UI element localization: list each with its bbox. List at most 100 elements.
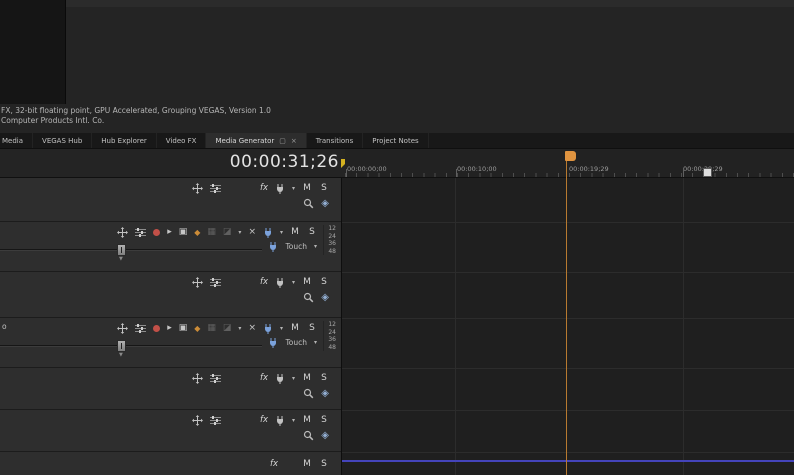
solo-button[interactable]: S <box>307 227 317 237</box>
track-motion-icon[interactable] <box>191 276 203 288</box>
track-motion-icon[interactable] <box>191 414 203 426</box>
solo-button[interactable]: S <box>319 459 329 469</box>
track-level-icon[interactable] <box>209 276 221 288</box>
track-fx-button[interactable]: fx <box>260 276 268 288</box>
input-select-icon[interactable]: ▣ <box>179 226 188 238</box>
automation-plug-icon[interactable] <box>263 226 273 238</box>
tab-hub-explorer[interactable]: Hub Explorer <box>92 133 157 148</box>
track-level-icon[interactable] <box>209 414 221 426</box>
cursor-timecode-display[interactable]: 00:00:31;26 <box>230 152 339 172</box>
float-window-icon[interactable]: ▢ <box>279 137 286 145</box>
envelope-caret-icon[interactable]: ▾ <box>292 414 295 426</box>
composite-mode-icon[interactable] <box>228 414 237 426</box>
envelope-caret-icon[interactable]: ▾ <box>292 372 295 384</box>
more-options-caret-icon[interactable]: ▾ <box>238 226 241 238</box>
input-monitor-icon[interactable]: ▸ <box>167 226 172 238</box>
tab-vegas-hub[interactable]: VEGAS Hub <box>33 133 93 148</box>
solo-button[interactable]: S <box>319 183 329 193</box>
track-fx-button[interactable]: fx <box>260 182 268 194</box>
automation-mode-caret-icon[interactable]: ▾ <box>314 336 317 348</box>
input-monitor-icon[interactable]: ▸ <box>167 322 172 334</box>
solo-button[interactable]: S <box>307 323 317 333</box>
automation-mode-label[interactable]: Touch <box>285 338 307 347</box>
automation-device-plug-icon[interactable] <box>268 336 278 348</box>
tab-project-notes[interactable]: Project Notes <box>363 133 429 148</box>
layers-icon[interactable]: ◈ <box>321 387 329 399</box>
input-select-icon[interactable]: ▣ <box>179 322 188 334</box>
tab-video-fx[interactable]: Video FX <box>157 133 207 148</box>
envelope-plug-icon[interactable] <box>275 276 285 288</box>
close-tab-icon[interactable]: × <box>291 137 297 145</box>
track-motion-icon[interactable] <box>117 226 129 238</box>
envelope-plug-icon[interactable] <box>275 182 285 194</box>
phase-invert-icon[interactable]: × <box>248 322 256 334</box>
fader-expand-icon[interactable]: ▼ <box>119 256 123 262</box>
solo-button[interactable]: S <box>319 373 329 383</box>
mute-button[interactable]: M <box>290 323 300 333</box>
mute-button[interactable]: M <box>302 183 312 193</box>
playhead-marker[interactable] <box>703 168 712 177</box>
track-motion-icon[interactable] <box>191 182 203 194</box>
mute-button[interactable]: M <box>302 373 312 383</box>
layers-icon[interactable]: ◈ <box>321 197 329 209</box>
automation-caret-icon[interactable]: ▾ <box>280 322 283 334</box>
track-level-icon[interactable] <box>135 322 147 334</box>
parent-composite-icon[interactable] <box>244 182 253 194</box>
track-level-icon[interactable] <box>135 226 147 238</box>
composite-mode-icon[interactable] <box>228 276 237 288</box>
mute-button[interactable]: M <box>302 459 312 469</box>
layers-icon[interactable]: ◈ <box>321 291 329 303</box>
track-fx-button[interactable]: fx <box>260 414 268 426</box>
automation-caret-icon[interactable]: ▾ <box>280 226 283 238</box>
volume-fader[interactable] <box>0 244 262 256</box>
timeline-toolbar: 00:00:31;26 <box>0 149 345 178</box>
pre-fader-icon[interactable]: ◆ <box>194 322 200 334</box>
envelope-caret-icon[interactable]: ▾ <box>292 182 295 194</box>
track-level-icon[interactable] <box>209 372 221 384</box>
fader-expand-icon[interactable]: ▼ <box>119 352 123 358</box>
envelope-caret-icon[interactable]: ▾ <box>292 276 295 288</box>
automation-mode-label[interactable]: Touch <box>285 242 307 251</box>
solo-button[interactable]: S <box>319 415 329 425</box>
track-divider <box>342 410 794 411</box>
track-fx-button[interactable]: fx <box>270 458 278 470</box>
layers-icon[interactable]: ◈ <box>321 429 329 441</box>
track-motion-icon[interactable] <box>117 322 129 334</box>
parent-composite-icon[interactable] <box>244 276 253 288</box>
mute-button[interactable]: M <box>302 415 312 425</box>
phase-invert-icon[interactable]: × <box>248 226 256 238</box>
parent-composite-icon[interactable] <box>244 414 253 426</box>
volume-fader[interactable] <box>0 340 262 352</box>
timeline-marker-flag[interactable] <box>565 151 576 161</box>
automation-mode-caret-icon[interactable]: ▾ <box>314 240 317 252</box>
channel-a-icon: ▦ <box>207 227 216 237</box>
tab-media-generator[interactable]: Media Generator ▢ × <box>206 133 307 148</box>
mute-button[interactable]: M <box>302 277 312 287</box>
composite-mode-icon[interactable] <box>228 182 237 194</box>
pre-fader-icon[interactable]: ◆ <box>194 226 200 238</box>
track-zoom-icon[interactable] <box>303 429 314 441</box>
track-fx-button[interactable]: fx <box>260 372 268 384</box>
track-level-icon[interactable] <box>209 182 221 194</box>
tab-transitions[interactable]: Transitions <box>307 133 364 148</box>
composite-mode-icon[interactable] <box>228 372 237 384</box>
automation-device-plug-icon[interactable] <box>268 240 278 252</box>
more-options-caret-icon[interactable]: ▾ <box>238 322 241 334</box>
envelope-plug-icon[interactable] <box>275 414 285 426</box>
parent-composite-icon[interactable] <box>244 372 253 384</box>
track-zoom-icon[interactable] <box>303 197 314 209</box>
timeline-body[interactable] <box>341 178 794 475</box>
mute-button[interactable]: M <box>290 227 300 237</box>
volume-fader-handle[interactable] <box>117 244 126 256</box>
envelope-plug-icon[interactable] <box>275 372 285 384</box>
time-ruler[interactable]: 00:00:00;00 00:00:10;00 00:00:19;29 00:0… <box>345 149 794 178</box>
track-motion-icon[interactable] <box>191 372 203 384</box>
automation-plug-icon[interactable] <box>263 322 273 334</box>
volume-fader-handle[interactable] <box>117 340 126 352</box>
record-arm-button[interactable] <box>153 228 161 236</box>
solo-button[interactable]: S <box>319 277 329 287</box>
track-zoom-icon[interactable] <box>303 387 314 399</box>
record-arm-button[interactable] <box>153 324 161 332</box>
track-zoom-icon[interactable] <box>303 291 314 303</box>
tab-media[interactable]: Media <box>0 133 34 148</box>
